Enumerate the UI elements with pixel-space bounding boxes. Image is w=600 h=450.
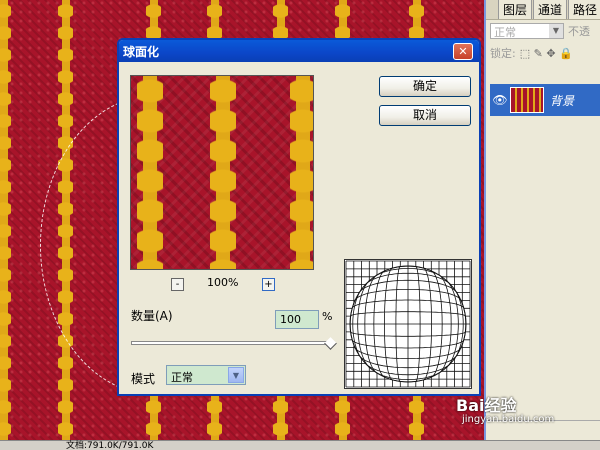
eye-icon[interactable]: 👁 — [490, 93, 510, 107]
tab-channels[interactable]: 通道 — [533, 0, 568, 19]
zoom-level: 100% — [207, 276, 239, 289]
layer-row-background[interactable]: 👁 背景 — [490, 84, 600, 116]
grid-icon — [345, 260, 471, 388]
amount-input[interactable]: 100 — [275, 310, 319, 329]
dialog-titlebar[interactable]: 球面化 — [119, 40, 479, 62]
spherize-dialog: 球面化 ✕ 确定 取消 - 100% + 数量(A) 100 % 模式 正常 ▼ — [117, 38, 481, 396]
document-size: 文档:791.0K/791.0K — [66, 441, 154, 450]
blend-row: 正常 不透 — [486, 20, 600, 42]
filter-preview[interactable] — [130, 75, 314, 270]
zoom-out-button[interactable]: - — [171, 278, 184, 291]
preview-stripe — [290, 76, 313, 269]
canvas-stripe — [0, 0, 11, 440]
chevron-down-icon[interactable]: ▼ — [228, 367, 244, 383]
amount-label: 数量(A) — [131, 309, 173, 323]
close-button[interactable]: ✕ — [453, 43, 473, 60]
cancel-button[interactable]: 取消 — [379, 105, 471, 126]
layer-name: 背景 — [550, 93, 575, 108]
lock-row: 锁定: ⬚ ✎ ✥ 🔒 — [486, 42, 600, 64]
dialog-title: 球面化 — [123, 44, 160, 59]
opacity-label: 不透 — [568, 25, 590, 38]
preview-stripe — [137, 76, 163, 269]
tab-layers[interactable]: 图层 — [498, 0, 533, 19]
lock-icons[interactable]: ⬚ ✎ ✥ 🔒 — [520, 47, 573, 60]
status-bar: 文档:791.0K/791.0K — [0, 440, 600, 450]
layers-panel: 图层 通道 路径 正常 不透 锁定: ⬚ ✎ ✥ 🔒 👁 背景 — [484, 0, 600, 440]
tab-paths[interactable]: 路径 — [568, 0, 600, 19]
panel-tabs: 图层 通道 路径 — [486, 0, 600, 20]
zoom-in-button[interactable]: + — [262, 278, 275, 291]
amount-unit: % — [322, 310, 333, 323]
spherize-grid-preview — [344, 259, 472, 389]
blend-mode-select[interactable]: 正常 — [490, 23, 564, 39]
slider-thumb[interactable] — [324, 337, 337, 350]
mode-value: 正常 — [171, 371, 193, 384]
mode-select[interactable]: 正常 ▼ — [166, 365, 246, 385]
watermark-url: jingyan.baidu.com — [462, 414, 555, 425]
ok-button[interactable]: 确定 — [379, 76, 471, 97]
layer-thumbnail — [510, 87, 544, 113]
preview-stripe — [210, 76, 236, 269]
amount-slider[interactable] — [131, 337, 337, 350]
mode-label: 模式 — [131, 372, 156, 386]
lock-label: 锁定: — [490, 47, 516, 60]
grid-lines — [345, 260, 471, 388]
